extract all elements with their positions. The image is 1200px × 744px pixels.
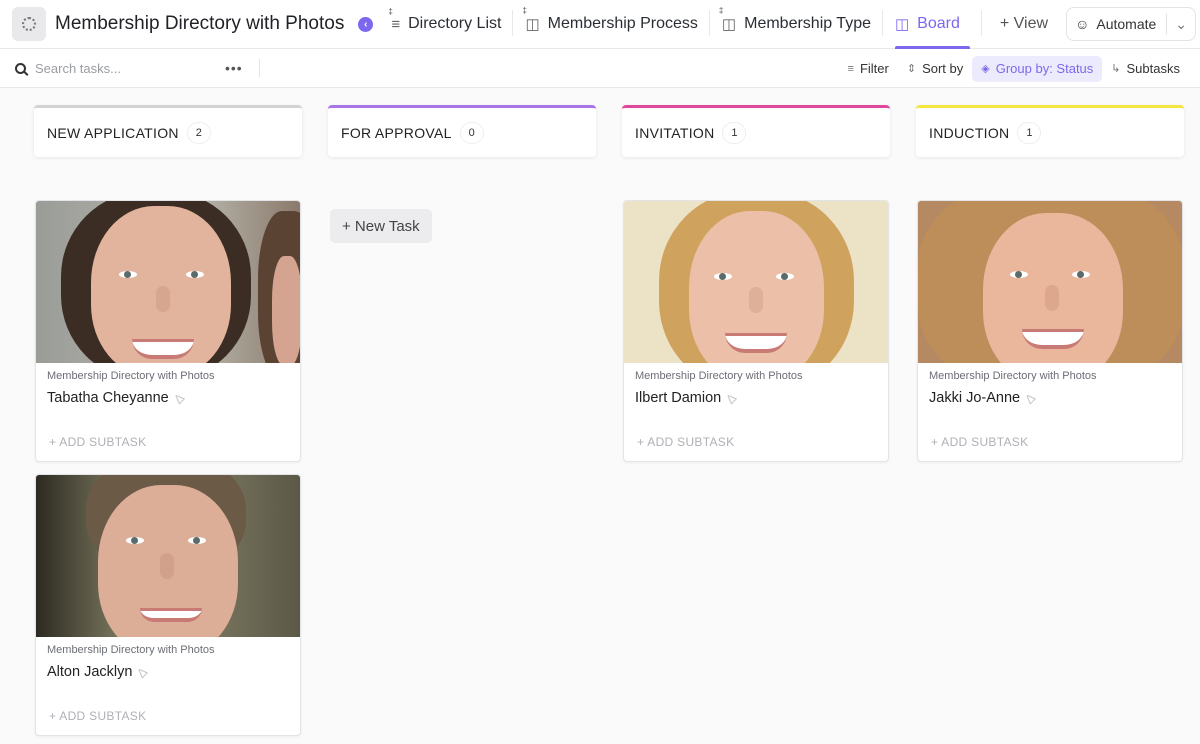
task-name: Tabatha Cheyanne <box>47 390 169 406</box>
column-header[interactable]: NEW APPLICATION 2 <box>34 105 302 157</box>
pin-icon: ‡ <box>522 6 527 15</box>
tab-label: Membership Process <box>547 15 698 32</box>
add-subtask-button[interactable]: + ADD SUBTASK <box>49 709 146 723</box>
task-card[interactable]: Membership Directory with Photos Ilbert … <box>623 200 889 462</box>
column-name: FOR APPROVAL <box>341 124 452 141</box>
task-name: Alton Jacklyn <box>47 664 133 680</box>
tab-label: Board <box>917 15 960 32</box>
card-list-name: Membership Directory with Photos <box>47 644 215 656</box>
group-label: Group by: Status <box>995 61 1094 76</box>
card-list-name: Membership Directory with Photos <box>635 370 803 382</box>
member-photo <box>918 201 1182 363</box>
column-header[interactable]: INVITATION 1 <box>622 105 890 157</box>
column-header[interactable]: INDUCTION 1 <box>916 105 1184 157</box>
column-induction: INDUCTION 1 Membership Directory with Ph… <box>916 105 1184 462</box>
column-header[interactable]: FOR APPROVAL 0 <box>328 105 596 157</box>
sort-icon: ⇕ <box>906 63 917 75</box>
automate-button[interactable]: ☺ Automate ⌄ <box>1066 7 1197 41</box>
add-subtask-button[interactable]: + ADD SUBTASK <box>637 435 734 449</box>
column-count: 0 <box>459 121 484 144</box>
filter-button[interactable]: ≡ Filter <box>839 56 898 82</box>
task-name: Ilbert Damion <box>635 390 722 406</box>
layers-icon: ◈ <box>981 63 990 75</box>
column-count: 1 <box>722 121 747 144</box>
card-list-name: Membership Directory with Photos <box>929 370 1097 382</box>
tab-membership-process[interactable]: ‡ ◫ Membership Process <box>513 0 711 49</box>
attachment-icon: ∆ <box>134 663 151 681</box>
filter-label: Filter <box>859 61 889 76</box>
toolbar: ••• ≡ Filter ⇕ Sort by ◈ Group by: Status ↳… <box>0 49 1200 88</box>
task-card[interactable]: Membership Directory with Photos Tabatha… <box>35 200 301 462</box>
board: NEW APPLICATION 2 Membership Directory w… <box>0 89 1200 744</box>
task-name: Jakki Jo-Anne <box>929 390 1021 406</box>
attachment-icon: ∆ <box>1021 389 1039 407</box>
space-icon[interactable] <box>12 7 46 41</box>
subtasks-button[interactable]: ↳ Subtasks <box>1102 56 1200 82</box>
attachment-icon: ∆ <box>170 389 187 407</box>
group-by-button[interactable]: ◈ Group by: Status <box>972 55 1103 82</box>
column-name: INDUCTION <box>929 124 1010 141</box>
sort-button[interactable]: ⇕ Sort by <box>898 56 972 82</box>
subtasks-label: Subtasks <box>1126 61 1180 76</box>
loading-dots-icon <box>22 17 36 31</box>
header-bar: Membership Directory with Photos ‹ ‡ ≡ Di… <box>0 0 1200 49</box>
chevron-down-icon[interactable]: ⌄ <box>1166 14 1195 34</box>
board-icon: ‡ ◫ <box>718 6 737 33</box>
card-title[interactable]: Jakki Jo-Anne ∆ <box>929 390 1182 406</box>
card-title[interactable]: Alton Jacklyn ∆ <box>47 664 300 680</box>
add-subtask-button[interactable]: + ADD SUBTASK <box>931 435 1028 449</box>
card-title[interactable]: Ilbert Damion ∆ <box>635 390 888 406</box>
tab-label: Membership Type <box>744 15 871 32</box>
column-for-approval: FOR APPROVAL 0 + New Task <box>328 105 596 243</box>
robot-icon: ☺ <box>1075 16 1090 32</box>
column-name: INVITATION <box>635 124 715 141</box>
member-photo <box>624 201 888 363</box>
task-card[interactable]: Membership Directory with Photos Alton J… <box>35 474 301 736</box>
pin-icon: ‡ <box>718 6 724 15</box>
search-input[interactable] <box>35 60 205 76</box>
tab-membership-type[interactable]: ‡ ◫ Membership Type <box>710 0 884 49</box>
filter-icon: ≡ <box>847 62 854 75</box>
page-title: Membership Directory with Photos <box>55 13 345 34</box>
search-box <box>15 60 225 76</box>
column-count: 2 <box>186 121 211 144</box>
column-count: 1 <box>1017 121 1042 144</box>
tab-directory-list[interactable]: ‡ ≡ Directory List <box>379 0 514 49</box>
automate-label: Automate <box>1096 16 1157 32</box>
column-invitation: INVITATION 1 Membership Directory with P… <box>622 105 890 462</box>
member-photo <box>36 475 300 637</box>
add-view-button[interactable]: + View <box>988 0 1060 49</box>
tab-board[interactable]: ◫ Board <box>883 0 982 49</box>
board-icon: ◫ <box>894 16 910 33</box>
card-title[interactable]: Tabatha Cheyanne ∆ <box>47 390 300 406</box>
tab-label: Directory List <box>408 15 502 32</box>
chevron-left-icon[interactable]: ‹ <box>358 16 374 32</box>
member-photo <box>36 201 300 363</box>
column-new-application: NEW APPLICATION 2 Membership Directory w… <box>34 105 302 736</box>
add-subtask-button[interactable]: + ADD SUBTASK <box>49 435 146 449</box>
column-name: NEW APPLICATION <box>47 124 179 141</box>
list-icon: ‡ ≡ <box>388 6 401 33</box>
board-icon: ‡ ◫ <box>522 6 540 33</box>
search-icon <box>15 62 26 74</box>
sort-label: Sort by <box>922 61 964 76</box>
new-task-button[interactable]: + New Task <box>330 209 432 243</box>
pin-icon: ‡ <box>388 6 393 16</box>
subtasks-icon: ↳ <box>1111 63 1121 75</box>
more-options-icon[interactable]: ••• <box>225 60 243 76</box>
divider <box>258 59 260 77</box>
attachment-icon: ∆ <box>723 389 740 407</box>
card-list-name: Membership Directory with Photos <box>47 370 215 382</box>
task-card[interactable]: Membership Directory with Photos Jakki J… <box>917 200 1183 462</box>
